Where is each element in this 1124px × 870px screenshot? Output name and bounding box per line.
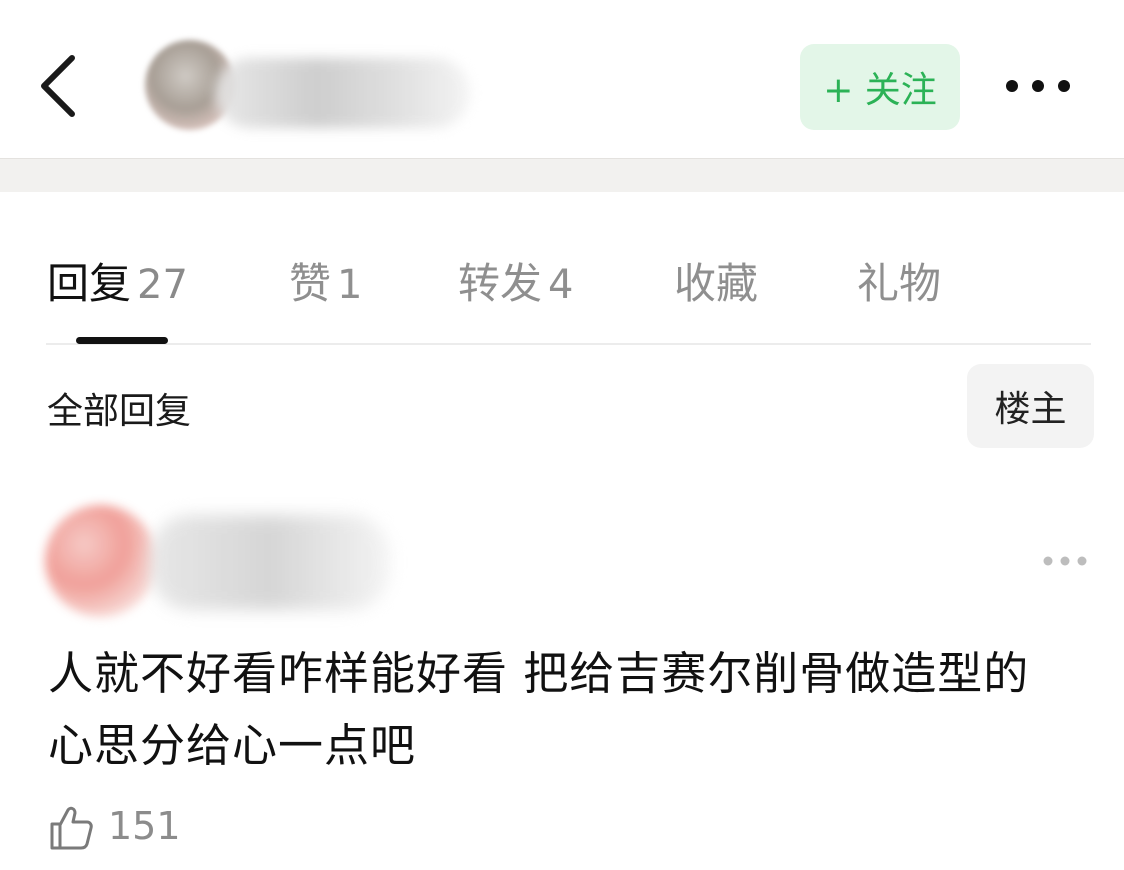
author-name-redacted[interactable] [215,58,470,128]
tab-favorites[interactable]: 收藏 [674,250,758,311]
follow-button[interactable]: + 关注 [800,44,960,130]
back-button[interactable] [30,50,90,122]
more-dots-icon [1043,556,1087,566]
header-bar: + 关注 [0,0,1124,158]
tab-label: 收藏 [674,259,759,308]
tab-label: 礼物 [857,259,942,308]
more-dots-icon [1006,80,1070,92]
tab-gifts[interactable]: 礼物 [857,250,941,311]
comment-text-line: 心思分给心一点吧 [48,719,417,772]
tab-label: 回复 [47,259,132,308]
tab-count: 1 [337,262,363,308]
commenter-avatar[interactable] [45,505,157,617]
tab-count: 27 [137,262,188,308]
tab-bar-underline [46,343,1091,345]
owner-only-label: 楼主 [994,389,1067,430]
follow-button-label: + 关注 [823,70,937,111]
like-button[interactable] [48,804,96,852]
comment-text-line: 人就不好看咋样能好看 把给吉赛尔削骨做造型的 [48,647,1030,700]
comment-more-button[interactable] [1040,548,1090,574]
active-tab-indicator [76,337,168,344]
thumbs-up-icon [50,806,93,850]
tab-likes[interactable]: 赞1 [289,250,362,311]
tab-reposts[interactable]: 转发 4 [458,250,573,311]
tab-count: 4 [548,262,574,308]
tab-label: 赞 [289,259,332,308]
back-arrow-icon [41,55,75,117]
commenter-info-redacted[interactable] [150,515,390,610]
more-options-button[interactable] [1000,66,1080,106]
like-count[interactable]: 151 [108,804,181,848]
post-detail-page: + 关注 回复 27 赞1 转发 4 收藏 礼物 全部回复 楼主 人就不好看咋样… [0,0,1124,870]
tab-replies[interactable]: 回复 27 [47,250,188,311]
section-divider [0,158,1124,192]
comment-text: 人就不好看咋样能好看 把给吉赛尔削骨做造型的 心思分给心一点吧 [48,638,1098,782]
all-replies-label: 全部回复 [47,391,192,432]
tab-label: 转发 [458,259,543,308]
owner-only-button[interactable]: 楼主 [967,364,1094,448]
tab-bar: 回复 27 赞1 转发 4 收藏 礼物 [0,230,1124,330]
